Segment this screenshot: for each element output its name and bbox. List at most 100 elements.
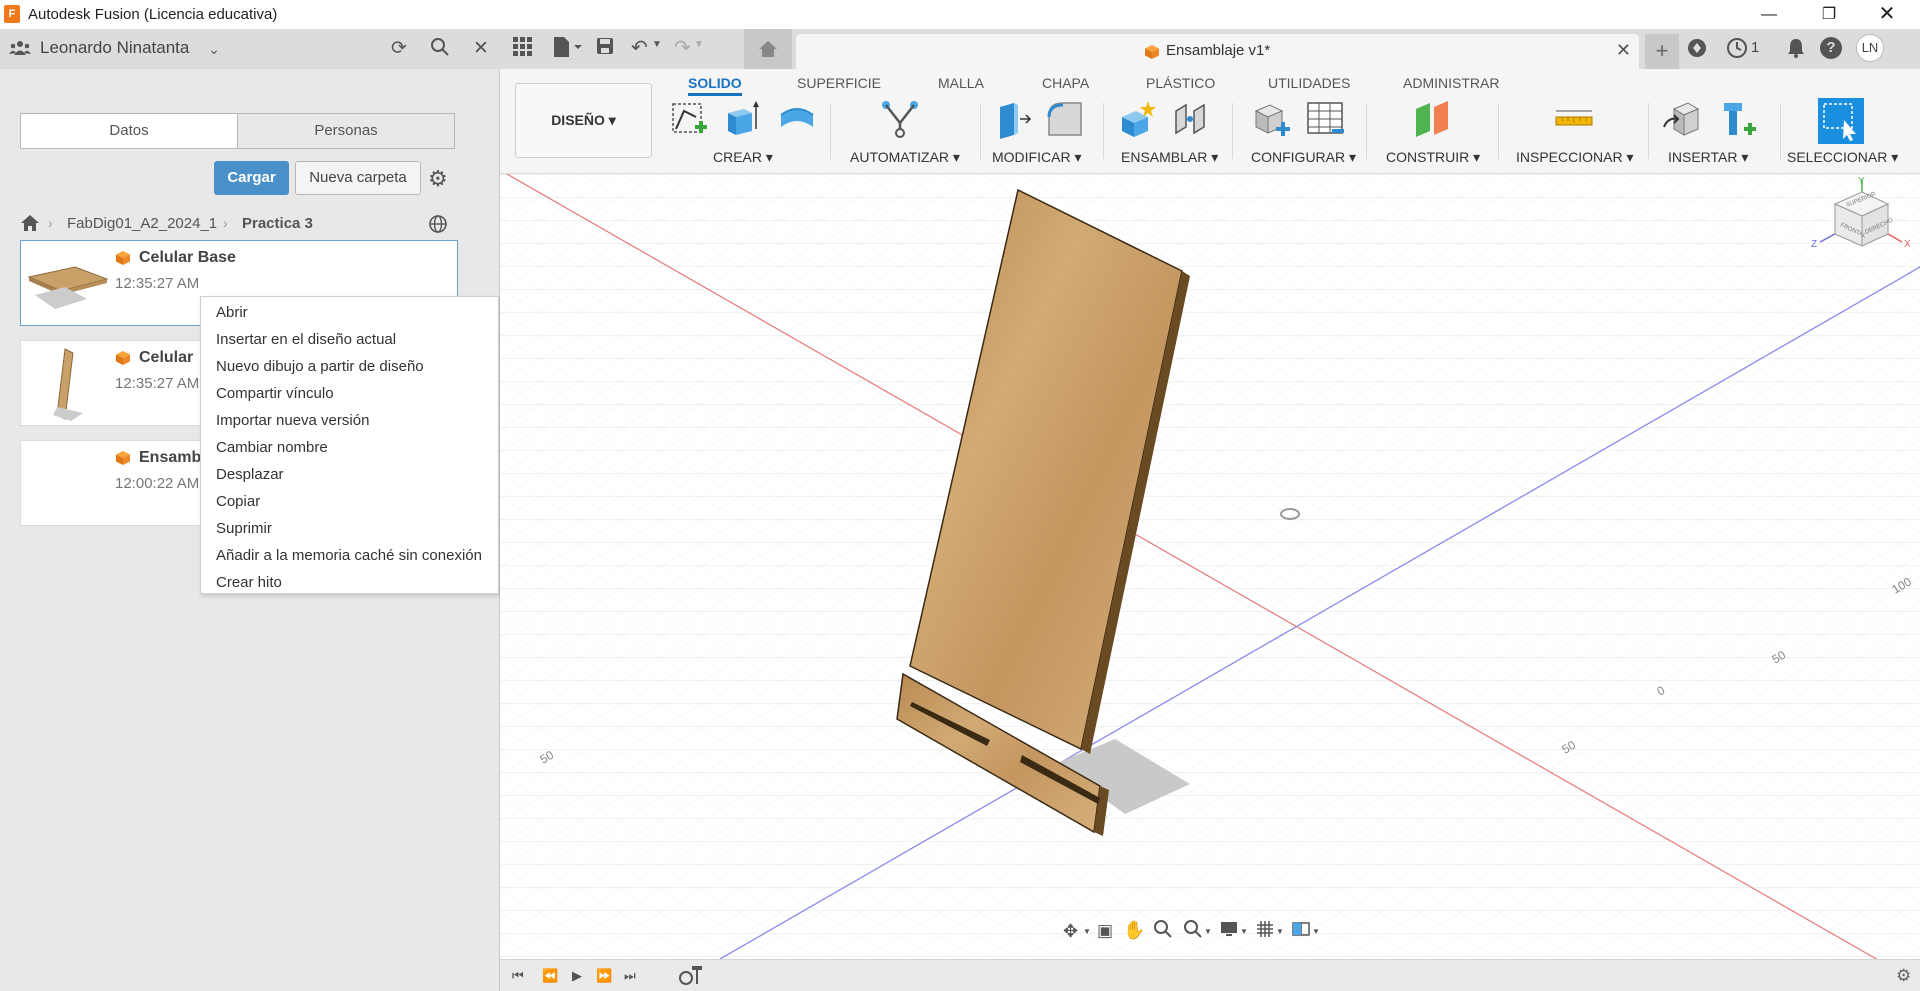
new-folder-button[interactable]: Nueva carpeta: [295, 161, 421, 195]
pan-icon[interactable]: ✋: [1123, 920, 1145, 941]
globe-settings-icon[interactable]: [428, 214, 448, 237]
timeline-next-icon[interactable]: ⏩: [596, 968, 612, 984]
home-icon[interactable]: [20, 214, 40, 235]
joint-icon[interactable]: [1172, 99, 1212, 139]
menu-item-insert[interactable]: Insertar en el diseño actual: [216, 326, 496, 353]
display-settings-icon[interactable]: [1219, 919, 1239, 942]
group-ensamblar[interactable]: ENSAMBLAR ▾: [1121, 149, 1218, 166]
job-status-icon[interactable]: [1726, 37, 1748, 62]
tab-datos[interactable]: Datos: [20, 113, 238, 149]
minimize-icon[interactable]: —: [1746, 0, 1792, 29]
chevron-down-icon[interactable]: ▼: [1276, 927, 1284, 936]
group-seleccionar[interactable]: SELECCIONAR ▾: [1787, 149, 1898, 166]
search-icon[interactable]: [428, 37, 452, 61]
timeline-first-icon[interactable]: ⏮: [512, 968, 524, 984]
tab-utilidades[interactable]: UTILIDADES: [1268, 75, 1350, 91]
group-configurar[interactable]: CONFIGURAR ▾: [1251, 149, 1356, 166]
insert-derive-icon[interactable]: [1662, 99, 1702, 139]
chevron-down-icon[interactable]: ⌄: [202, 37, 226, 61]
avatar[interactable]: LN: [1856, 34, 1884, 62]
menu-item-open[interactable]: Abrir: [216, 299, 496, 326]
revolve-icon[interactable]: [777, 99, 817, 139]
tab-chapa[interactable]: CHAPA: [1042, 75, 1089, 91]
chevron-down-icon[interactable]: ▼: [1204, 927, 1212, 936]
configuration-table-icon[interactable]: [1306, 99, 1346, 139]
zoom-icon[interactable]: [1153, 919, 1173, 942]
group-modificar[interactable]: MODIFICAR ▾: [992, 149, 1081, 166]
undo-icon[interactable]: ↶: [631, 35, 648, 60]
close-panel-icon[interactable]: ✕: [469, 37, 493, 61]
timeline-play-icon[interactable]: ▶: [572, 968, 582, 984]
group-insertar[interactable]: INSERTAR ▾: [1668, 149, 1748, 166]
workspace-switcher[interactable]: DISEÑO ▾: [515, 83, 652, 158]
new-tab-icon[interactable]: +: [1645, 34, 1679, 69]
restore-icon[interactable]: ❐: [1806, 0, 1852, 29]
press-pull-icon[interactable]: [992, 99, 1032, 139]
chevron-down-icon[interactable]: ▼: [1083, 927, 1091, 936]
refresh-icon[interactable]: ⟳: [387, 37, 411, 61]
tab-administrar[interactable]: ADMINISTRAR: [1403, 75, 1499, 91]
canvas-viewport[interactable]: 100 50 0 50 50 Y SUPERIOR FRONTAL DERECH…: [500, 174, 1920, 959]
construct-plane-icon[interactable]: [1412, 99, 1452, 139]
extensions-icon[interactable]: [1686, 37, 1708, 62]
orbit-icon[interactable]: ✥: [1063, 921, 1078, 942]
redo-icon[interactable]: ↷: [674, 35, 691, 60]
user-name[interactable]: Leonardo Ninatanta: [40, 38, 189, 58]
save-icon[interactable]: [595, 36, 615, 59]
zoom-window-icon[interactable]: [1183, 919, 1203, 942]
viewcube[interactable]: Y SUPERIOR FRONTAL DERECHO Z X: [1810, 174, 1920, 274]
extrude-icon[interactable]: [722, 99, 762, 139]
menu-item-milestone[interactable]: Crear hito: [216, 569, 496, 596]
create-sketch-icon[interactable]: [670, 99, 710, 139]
menu-item-import-version[interactable]: Importar nueva versión: [216, 407, 496, 434]
timeline-last-icon[interactable]: ⏭: [624, 968, 636, 984]
timeline-feature-icon[interactable]: [678, 964, 704, 989]
chevron-down-icon[interactable]: ▼: [1312, 927, 1320, 936]
group-construir[interactable]: CONSTRUIR ▾: [1386, 149, 1480, 166]
tab-personas[interactable]: Personas: [237, 113, 455, 149]
chevron-down-icon[interactable]: ▼: [652, 39, 662, 50]
group-automatizar[interactable]: AUTOMATIZAR ▾: [850, 149, 960, 166]
close-icon[interactable]: ✕: [1864, 0, 1910, 29]
menu-item-copy[interactable]: Copiar: [216, 488, 496, 515]
timeline-settings-icon[interactable]: ⚙: [1896, 966, 1911, 986]
look-at-icon[interactable]: ▣: [1097, 921, 1113, 941]
file-menu-icon[interactable]: [552, 36, 584, 61]
breadcrumb-folder[interactable]: Practica 3: [242, 215, 313, 232]
notifications-icon[interactable]: [1786, 37, 1806, 62]
tab-plastico[interactable]: PLÁSTICO: [1146, 75, 1215, 91]
menu-item-new-drawing[interactable]: Nuevo dibujo a partir de diseño: [216, 353, 496, 380]
upload-button[interactable]: Cargar: [214, 161, 289, 195]
menu-item-delete[interactable]: Suprimir: [216, 515, 496, 542]
automate-icon[interactable]: [880, 99, 920, 139]
configure-icon[interactable]: [1252, 99, 1292, 139]
measure-icon[interactable]: [1554, 99, 1594, 139]
viewports-icon[interactable]: [1291, 919, 1311, 942]
tab-solido[interactable]: SOLIDO: [688, 75, 742, 96]
menu-item-move[interactable]: Desplazar: [216, 461, 496, 488]
chevron-down-icon[interactable]: ▼: [694, 39, 704, 50]
tab-malla[interactable]: MALLA: [938, 75, 984, 91]
menu-item-rename[interactable]: Cambiar nombre: [216, 434, 496, 461]
insert-mcmaster-icon[interactable]: [1718, 99, 1758, 139]
home-tab[interactable]: [744, 29, 792, 69]
select-icon[interactable]: [1818, 98, 1864, 144]
grid-apps-icon[interactable]: [512, 36, 534, 61]
close-tab-icon[interactable]: ✕: [1616, 40, 1631, 61]
help-icon[interactable]: ?: [1820, 37, 1842, 59]
tab-superficie[interactable]: SUPERFICIE: [797, 75, 881, 91]
team-icon[interactable]: [8, 37, 32, 61]
timeline-prev-icon[interactable]: ⏪: [542, 968, 558, 984]
new-component-icon[interactable]: [1118, 99, 1158, 139]
document-tab[interactable]: Ensamblaje v1* ✕: [796, 34, 1639, 69]
chevron-down-icon[interactable]: ▼: [1240, 927, 1248, 936]
fusion-app-icon: F: [4, 5, 20, 23]
group-crear[interactable]: CREAR ▾: [713, 149, 773, 166]
fillet-icon[interactable]: [1045, 99, 1085, 139]
menu-item-offline-cache[interactable]: Añadir a la memoria caché sin conexión: [216, 542, 496, 569]
group-inspeccionar[interactable]: INSPECCIONAR ▾: [1516, 149, 1634, 166]
menu-item-share-link[interactable]: Compartir vínculo: [216, 380, 496, 407]
grid-settings-icon[interactable]: [1255, 919, 1275, 942]
breadcrumb-project[interactable]: FabDig01_A2_2024_1: [67, 215, 217, 232]
gear-icon[interactable]: ⚙: [428, 166, 448, 192]
